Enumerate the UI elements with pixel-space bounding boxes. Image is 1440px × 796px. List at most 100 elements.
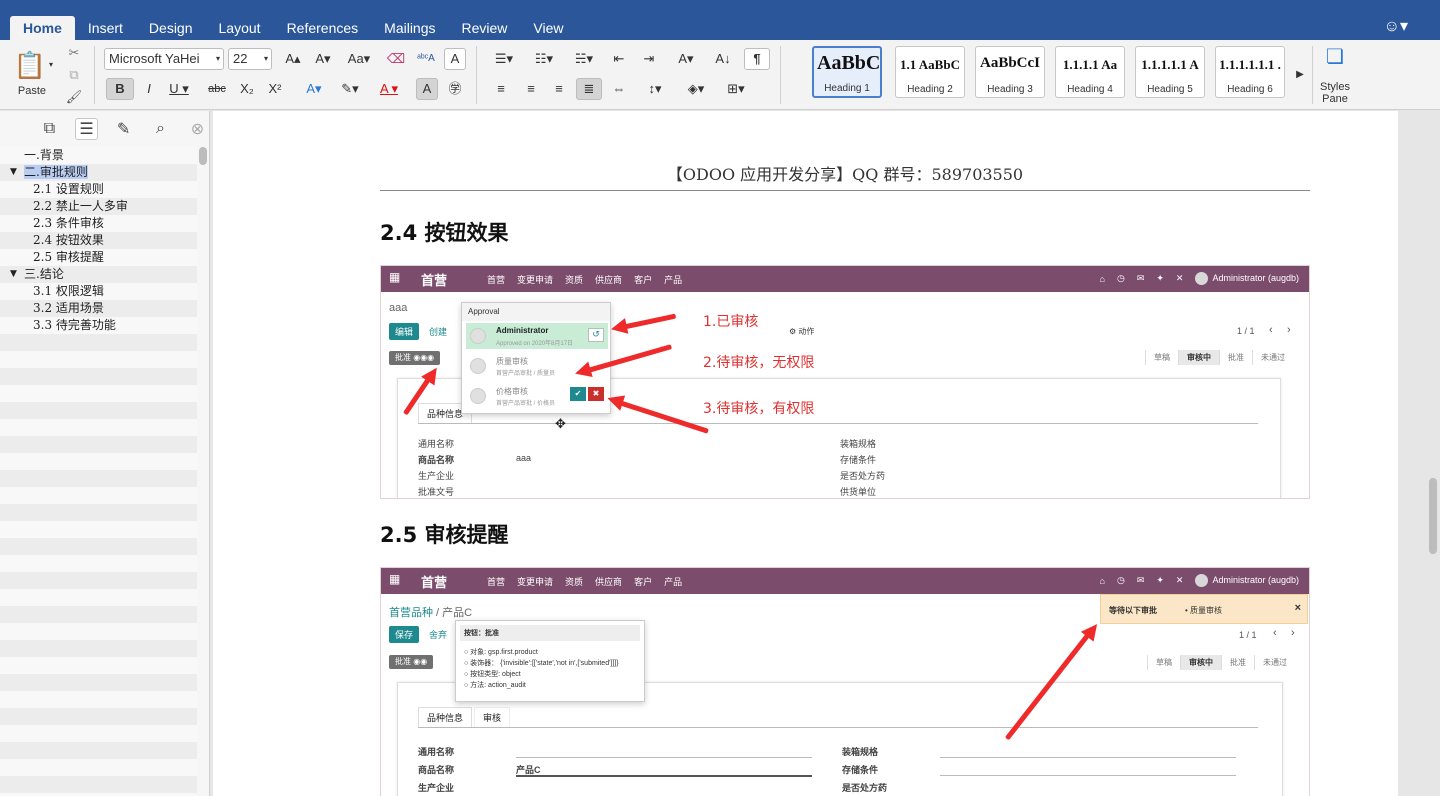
tab-home[interactable]: Home (10, 16, 75, 40)
annotation-pending-has-permission: 3.待审核，有权限 (703, 401, 815, 417)
field-label: 是否处方药 (842, 783, 888, 793)
shading-icon[interactable]: ◈▾ (678, 78, 714, 100)
tab-layout[interactable]: Layout (206, 16, 274, 40)
font-color-icon[interactable]: A ▾ (374, 78, 404, 100)
feedback-smiley-icon[interactable]: ☺▾ (1384, 16, 1408, 36)
multilevel-list-icon[interactable]: ☵▾ (566, 48, 602, 70)
superscript-button[interactable]: X² (264, 78, 286, 100)
grow-font-icon[interactable]: A▴ (280, 48, 306, 70)
character-shading-icon[interactable]: A (416, 78, 438, 100)
breadcrumb: 首营品种 / 产品C (389, 604, 472, 620)
outline-item[interactable]: 2.1 设置规则 (0, 181, 197, 198)
style-heading-2[interactable]: 1.1 AaBbC Heading 2 (895, 46, 965, 98)
input-underline (940, 775, 1236, 776)
font-name-dropdown-icon[interactable]: ▾ (216, 49, 220, 69)
ribbon: 📋 ▾ Paste ✂ ⧉ 🖌 Microsoft YaHei ▾ 22 ▾ A▴ … (0, 40, 1440, 110)
document-page[interactable]: 【ODOO 应用开发分享】QQ 群号：589703550 2.4 按钮效果 ▦ … (213, 111, 1398, 796)
character-border-icon[interactable]: A (444, 48, 466, 70)
tab-mailings[interactable]: Mailings (371, 16, 448, 40)
outline-item[interactable]: 2.5 审核提醒 (0, 249, 197, 266)
font-size-dropdown-icon[interactable]: ▾ (264, 49, 268, 69)
italic-button[interactable]: I (138, 78, 160, 100)
tab-view[interactable]: View (520, 16, 576, 40)
phonetic-guide-icon[interactable]: ᵃᵇᶜA (414, 48, 438, 70)
text-effects-icon[interactable]: A▾ (300, 78, 328, 100)
close-pane-icon[interactable]: ⊗ (186, 119, 209, 139)
outline-item[interactable]: 3.1 权限逻辑 (0, 283, 197, 300)
field-label: 商品名称 (418, 455, 455, 465)
distributed-icon[interactable]: ⇔ (606, 78, 632, 100)
outline-item[interactable]: 2.4 按钮效果 (0, 232, 197, 249)
style-heading-5[interactable]: 1.1.1.1.1 A Heading 5 (1135, 46, 1205, 98)
tab-references[interactable]: References (274, 16, 372, 40)
shrink-font-icon[interactable]: A▾ (310, 48, 336, 70)
borders-icon[interactable]: ⊞▾ (718, 78, 754, 100)
styles-pane-label[interactable]: Styles Pane (1312, 80, 1358, 106)
outline-item[interactable]: ▼ 三.结论 (0, 266, 197, 283)
outline-item[interactable]: 3.2 适用场景 (0, 300, 197, 317)
nav-scrollbar[interactable] (199, 147, 207, 165)
clear-formatting-icon[interactable]: ⌫ (384, 48, 408, 70)
collapse-triangle-icon[interactable]: ▼ (10, 164, 17, 181)
bold-button[interactable]: B (106, 78, 134, 100)
increase-indent-icon[interactable]: ⇥ (636, 48, 662, 70)
tab-insert[interactable]: Insert (75, 16, 136, 40)
align-left-icon[interactable]: ≡ (488, 78, 514, 100)
search-icon[interactable]: ⌕ (149, 120, 172, 138)
field-label: 存储条件 (842, 765, 879, 775)
highlight-icon[interactable]: ✎▾ (334, 78, 366, 100)
style-heading-3[interactable]: AaBbCcI Heading 3 (975, 46, 1045, 98)
style-heading-4[interactable]: 1.1.1.1 Aa Heading 4 (1055, 46, 1125, 98)
thumbnails-icon[interactable]: ⧉ (38, 120, 61, 138)
strikethrough-button[interactable]: abc (202, 78, 232, 100)
line-spacing-icon[interactable]: ↕▾ (638, 78, 672, 100)
tab-design[interactable]: Design (136, 16, 206, 40)
numbering-icon[interactable]: ☷▾ (526, 48, 562, 70)
review-pane-icon[interactable]: ✎ (112, 119, 135, 139)
heading-2-5: 2.5 审核提醒 (380, 523, 509, 547)
asian-layout-icon[interactable]: A▾ (668, 48, 704, 70)
page-header: 【ODOO 应用开发分享】QQ 群号：589703550 (666, 165, 1024, 184)
cut-icon[interactable]: ✂ (64, 42, 84, 64)
collapse-triangle-icon[interactable]: ▼ (10, 266, 17, 283)
user-name: Administrator (augdb) (1212, 574, 1299, 585)
align-right-icon[interactable]: ≡ (546, 78, 572, 100)
style-preview: 1.1.1.1.1 A (1141, 57, 1199, 72)
tab-review[interactable]: Review (449, 16, 521, 40)
underline-button[interactable]: U ▾ (164, 78, 194, 100)
change-case-icon[interactable]: Aa▾ (342, 48, 376, 70)
show-formatting-icon[interactable]: ¶ (744, 48, 770, 70)
subscript-button[interactable]: X₂ (236, 78, 258, 100)
paste-label[interactable]: Paste (10, 80, 54, 102)
style-heading-6[interactable]: 1.1.1.1.1.1 . Heading 6 (1215, 46, 1285, 98)
justify-icon[interactable]: ≣ (576, 78, 602, 100)
align-center-icon[interactable]: ≡ (518, 78, 544, 100)
font-size-box[interactable]: 22 ▾ (228, 48, 272, 70)
style-heading-1[interactable]: AaBbC Heading 1 (812, 46, 882, 98)
outline-item-text: 2.5 审核提醒 (33, 250, 104, 264)
outline-item[interactable]: 2.3 条件审核 (0, 215, 197, 232)
decrease-indent-icon[interactable]: ⇤ (606, 48, 632, 70)
outline-item[interactable]: 3.3 待完善功能 (0, 317, 197, 334)
style-preview: AaBbC (817, 52, 880, 74)
field-label: 存储条件 (840, 455, 877, 465)
document-scrollbar[interactable] (1429, 478, 1437, 554)
paste-dropdown-icon[interactable]: ▾ (46, 54, 56, 76)
outline-item[interactable]: ▼ 二.审批规则 (0, 164, 197, 181)
styles-more-icon[interactable]: ▶ (1294, 64, 1306, 86)
styles-pane-icon[interactable]: ❏ (1318, 46, 1352, 76)
approve-badge: 批准 ◉◉◉ (389, 351, 441, 365)
sort-icon[interactable]: A↓ (710, 48, 736, 70)
outline-item[interactable]: 一.背景 (0, 147, 197, 164)
font-name-box[interactable]: Microsoft YaHei ▾ (104, 48, 224, 70)
enclose-characters-icon[interactable]: ㊫ (444, 78, 466, 100)
bullets-icon[interactable]: ☰▾ (486, 48, 522, 70)
title-bar: Home Insert Design Layout References Mai… (0, 0, 1440, 40)
format-painter-icon[interactable]: 🖌 (64, 86, 84, 108)
copy-icon[interactable]: ⧉ (64, 64, 84, 86)
navigation-pane: ⧉ ☰ ✎ ⌕ ⊗ 一.背景 ▼ 二.审批规则 2.1 设置规则 2.2 禁止一人… (0, 111, 210, 796)
paste-icon[interactable]: 📋 (12, 44, 48, 84)
outline-item[interactable]: 2.2 禁止一人多审 (0, 198, 197, 215)
outline-icon[interactable]: ☰ (74, 118, 99, 140)
annotation-pending-no-permission: 2.待审核，无权限 (703, 355, 815, 371)
